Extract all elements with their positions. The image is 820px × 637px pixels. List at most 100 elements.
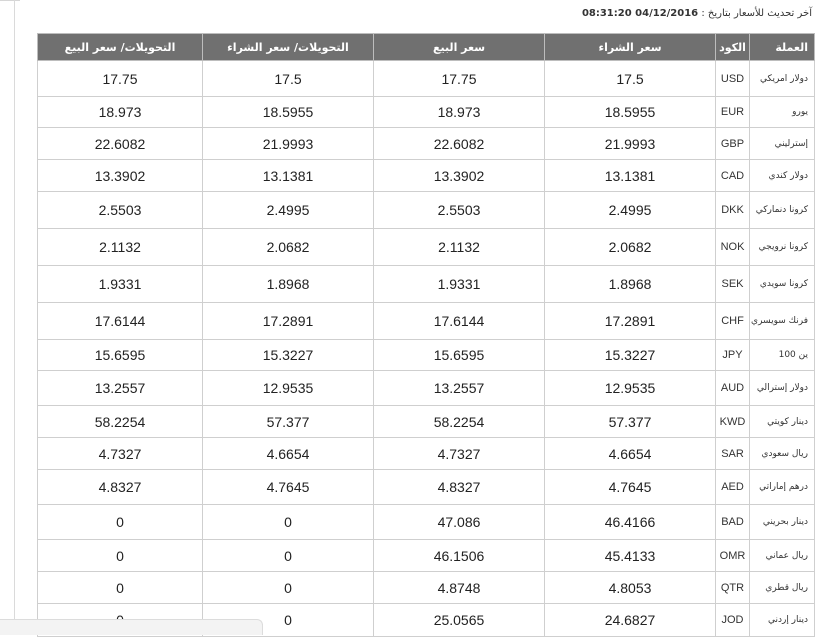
transfer-sell-rate-cell: 18.973 bbox=[37, 96, 203, 128]
currency-code-cell: AED bbox=[715, 469, 750, 505]
transfer-buy-rate-cell: 4.6654 bbox=[202, 437, 374, 470]
currency-code-cell: QTR bbox=[715, 571, 750, 604]
header-code: الكود bbox=[715, 33, 750, 61]
buy-rate-cell: 17.5 bbox=[544, 60, 716, 97]
sell-rate-cell: 2.1132 bbox=[373, 228, 545, 266]
sell-rate-cell: 46.1506 bbox=[373, 539, 545, 572]
currency-code-cell: AUD bbox=[715, 370, 750, 406]
horizontal-scrollbar[interactable] bbox=[0, 619, 263, 635]
sell-rate-cell: 17.6144 bbox=[373, 302, 545, 340]
sell-rate-cell: 58.2254 bbox=[373, 405, 545, 438]
sell-rate-cell: 4.7327 bbox=[373, 437, 545, 470]
header-transfer-buy: التحويلات/ سعر الشراء bbox=[202, 33, 374, 61]
currency-name-cell: درهم إماراتي bbox=[749, 469, 815, 505]
buy-rate-cell: 2.0682 bbox=[544, 228, 716, 266]
table-row: كرونا نرويجي NOK 2.0682 2.1132 2.0682 2.1132 bbox=[37, 228, 815, 266]
transfer-buy-rate-cell: 18.5955 bbox=[202, 96, 374, 128]
currency-code-cell: DKK bbox=[715, 191, 750, 229]
currency-code-cell: OMR bbox=[715, 539, 750, 572]
currency-name-cell: كرونا نرويجي bbox=[749, 228, 815, 266]
currency-code-cell: JOD bbox=[715, 603, 750, 637]
currency-code-cell: NOK bbox=[715, 228, 750, 266]
currency-code-cell: GBP bbox=[715, 127, 750, 160]
transfer-buy-rate-cell: 17.5 bbox=[202, 60, 374, 97]
buy-rate-cell: 21.9993 bbox=[544, 127, 716, 160]
buy-rate-cell: 4.8053 bbox=[544, 571, 716, 604]
table-row: دولار إسترالي AUD 12.9535 13.2557 12.9535 13.… bbox=[37, 370, 815, 406]
buy-rate-cell: 24.6827 bbox=[544, 603, 716, 637]
currency-name-cell: دينار إردني bbox=[749, 603, 815, 637]
buy-rate-cell: 13.1381 bbox=[544, 159, 716, 192]
table-row: كرونا سويدي SEK 1.8968 1.9331 1.8968 1.9331 bbox=[37, 265, 815, 303]
currency-code-cell: USD bbox=[715, 60, 750, 97]
transfer-buy-rate-cell: 0 bbox=[202, 571, 374, 604]
currency-name-cell: ين 100 bbox=[749, 339, 815, 371]
currency-name-cell: يورو bbox=[749, 96, 815, 128]
currency-name-cell: كرونا سويدي bbox=[749, 265, 815, 303]
sell-rate-cell: 1.9331 bbox=[373, 265, 545, 303]
sell-rate-cell: 25.0565 bbox=[373, 603, 545, 637]
table-row: ريال عماني OMR 45.4133 46.1506 0 0 bbox=[37, 539, 815, 572]
buy-rate-cell: 4.6654 bbox=[544, 437, 716, 470]
buy-rate-cell: 2.4995 bbox=[544, 191, 716, 229]
transfer-buy-rate-cell: 1.8968 bbox=[202, 265, 374, 303]
table-row: كرونا دنماركي DKK 2.4995 2.5503 2.4995 2.5503 bbox=[37, 191, 815, 229]
sell-rate-cell: 13.2557 bbox=[373, 370, 545, 406]
table-body: دولار امريكي USD 17.5 17.75 17.5 17.75 يورو EUR… bbox=[37, 60, 815, 637]
transfer-sell-rate-cell: 13.3902 bbox=[37, 159, 203, 192]
transfer-buy-rate-cell: 0 bbox=[202, 504, 374, 540]
buy-rate-cell: 18.5955 bbox=[544, 96, 716, 128]
transfer-sell-rate-cell: 0 bbox=[37, 504, 203, 540]
transfer-sell-rate-cell: 13.2557 bbox=[37, 370, 203, 406]
buy-rate-cell: 12.9535 bbox=[544, 370, 716, 406]
table-row: يورو EUR 18.5955 18.973 18.5955 18.973 bbox=[37, 96, 815, 128]
transfer-sell-rate-cell: 0 bbox=[37, 571, 203, 604]
table-row: دولار كندي CAD 13.1381 13.3902 13.1381 13.390… bbox=[37, 159, 815, 192]
sell-rate-cell: 18.973 bbox=[373, 96, 545, 128]
sell-rate-cell: 22.6082 bbox=[373, 127, 545, 160]
sell-rate-cell: 4.8327 bbox=[373, 469, 545, 505]
transfer-buy-rate-cell: 0 bbox=[202, 539, 374, 572]
transfer-sell-rate-cell: 1.9331 bbox=[37, 265, 203, 303]
transfer-sell-rate-cell: 2.1132 bbox=[37, 228, 203, 266]
last-update-bar: آخر تحديث للأسعار بتاريخ : 04/12/2016 08… bbox=[582, 6, 812, 22]
sell-rate-cell: 4.8748 bbox=[373, 571, 545, 604]
currency-code-cell: KWD bbox=[715, 405, 750, 438]
currency-name-cell: فرنك سويسري bbox=[749, 302, 815, 340]
sell-rate-cell: 13.3902 bbox=[373, 159, 545, 192]
currency-code-cell: SEK bbox=[715, 265, 750, 303]
buy-rate-cell: 17.2891 bbox=[544, 302, 716, 340]
transfer-buy-rate-cell: 21.9993 bbox=[202, 127, 374, 160]
transfer-sell-rate-cell: 17.6144 bbox=[37, 302, 203, 340]
transfer-buy-rate-cell: 57.377 bbox=[202, 405, 374, 438]
table-row: ريال قطري QTR 4.8053 4.8748 0 0 bbox=[37, 571, 815, 604]
transfer-buy-rate-cell: 12.9535 bbox=[202, 370, 374, 406]
buy-rate-cell: 4.7645 bbox=[544, 469, 716, 505]
exchange-rates-table: العملة الكود سعر الشراء سعر البيع التحوي… bbox=[37, 33, 815, 637]
currency-name-cell: ريال عماني bbox=[749, 539, 815, 572]
sell-rate-cell: 47.086 bbox=[373, 504, 545, 540]
transfer-sell-rate-cell: 22.6082 bbox=[37, 127, 203, 160]
transfer-buy-rate-cell: 15.3227 bbox=[202, 339, 374, 371]
buy-rate-cell: 46.4166 bbox=[544, 504, 716, 540]
currency-name-cell: إسترليني bbox=[749, 127, 815, 160]
header-currency: العملة bbox=[749, 33, 815, 61]
table-row: فرنك سويسري CHF 17.2891 17.6144 17.2891 17.61… bbox=[37, 302, 815, 340]
left-border-line bbox=[14, 0, 15, 634]
rates-table-container: العملة الكود سعر الشراء سعر البيع التحوي… bbox=[37, 33, 815, 637]
table-header-row: العملة الكود سعر الشراء سعر البيع التحوي… bbox=[37, 33, 815, 61]
table-row: دينار كويتي KWD 57.377 58.2254 57.377 58.2254 bbox=[37, 405, 815, 438]
currency-name-cell: دينار كويتي bbox=[749, 405, 815, 438]
currency-code-cell: JPY bbox=[715, 339, 750, 371]
header-sell: سعر البيع bbox=[373, 33, 545, 61]
transfer-sell-rate-cell: 0 bbox=[37, 539, 203, 572]
last-update-label: آخر تحديث للأسعار بتاريخ : bbox=[701, 8, 812, 19]
currency-code-cell: BAD bbox=[715, 504, 750, 540]
currency-code-cell: CAD bbox=[715, 159, 750, 192]
transfer-sell-rate-cell: 4.8327 bbox=[37, 469, 203, 505]
table-row: ريال سعودي SAR 4.6654 4.7327 4.6654 4.7327 bbox=[37, 437, 815, 470]
header-transfer-sell: التحويلات/ سعر البيع bbox=[37, 33, 203, 61]
sell-rate-cell: 17.75 bbox=[373, 60, 545, 97]
buy-rate-cell: 45.4133 bbox=[544, 539, 716, 572]
currency-code-cell: EUR bbox=[715, 96, 750, 128]
